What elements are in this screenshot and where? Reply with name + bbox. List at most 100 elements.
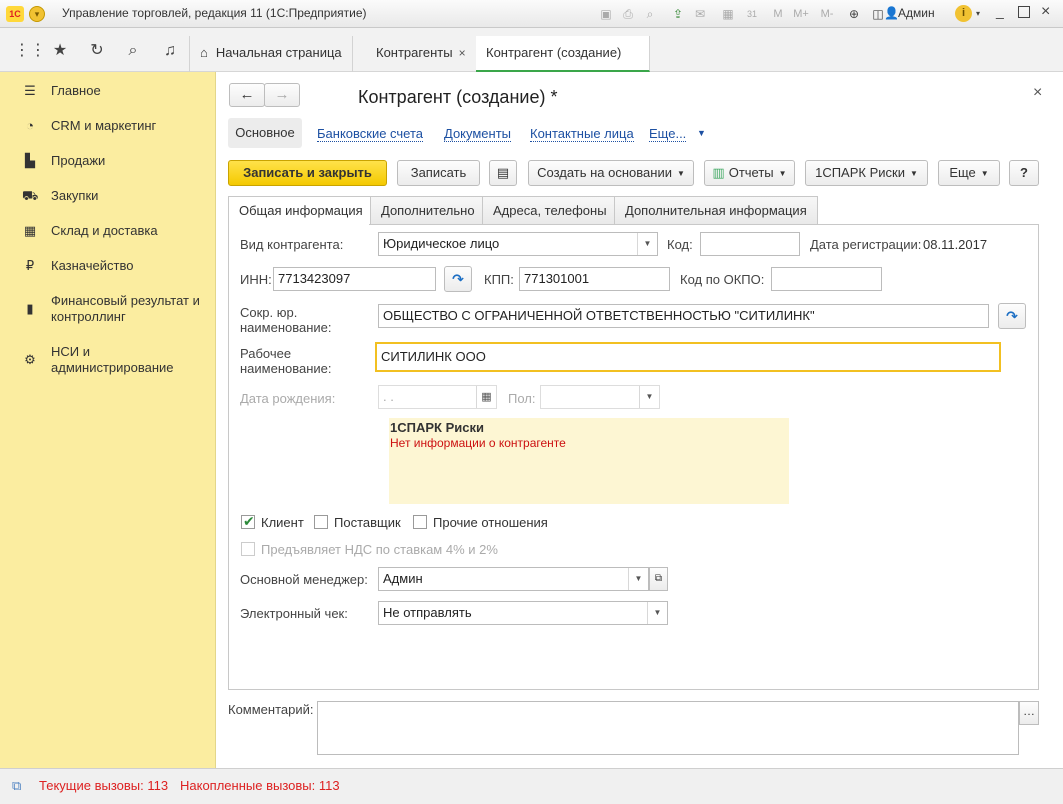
current-user[interactable]: Админ: [898, 6, 935, 20]
fill-by-inn-icon[interactable]: ↷: [444, 266, 472, 292]
maximize-icon[interactable]: [1018, 6, 1030, 18]
history-icon[interactable]: ↻: [87, 41, 107, 61]
upload-icon[interactable]: ⇪: [670, 6, 686, 22]
reports-button[interactable]: ▥ Отчеты ▼: [704, 160, 795, 186]
gear-icon: ⚙: [24, 352, 36, 367]
supplier-checkbox[interactable]: [314, 515, 328, 529]
code-field[interactable]: [700, 232, 800, 256]
menu-lines-icon: ☰: [24, 83, 36, 98]
tab-general-info[interactable]: Общая информация: [228, 196, 374, 225]
short-legal-name-field[interactable]: ОБЩЕСТВО С ОГРАНИЧЕННОЙ ОТВЕТСТВЕННОСТЬЮ…: [378, 304, 989, 328]
tab-additional[interactable]: Дополнительно: [370, 196, 486, 224]
back-button[interactable]: ←: [229, 83, 265, 107]
save-and-close-button[interactable]: Записать и закрыть: [228, 160, 387, 186]
close-window-icon[interactable]: ×: [1041, 4, 1050, 20]
tab-home[interactable]: ⌂ Начальная страница: [190, 36, 353, 72]
inn-field[interactable]: 7713423097: [273, 267, 436, 291]
spark-panel-message: Нет информации о контрагенте: [390, 436, 566, 450]
grid-icon: ▦: [23, 223, 37, 238]
supplier-label[interactable]: Поставщик: [334, 515, 401, 530]
client-checkbox[interactable]: [241, 513, 255, 530]
create-based-on-button[interactable]: Создать на основании ▼: [528, 160, 694, 186]
more-actions-button[interactable]: Еще ▼: [938, 160, 1000, 186]
section-more[interactable]: Еще...: [649, 126, 687, 142]
gender-label: Пол:: [508, 391, 536, 406]
close-tab-icon[interactable]: ×: [459, 46, 466, 60]
apps-grid-icon[interactable]: ⋮⋮: [14, 41, 46, 61]
short-legal-name-label: Сокр. юр. наименование:: [240, 305, 332, 335]
spark-risks-panel: 1СПАРК Риски Нет информации о контрагент…: [389, 418, 789, 504]
status-bar: ⧉ Текущие вызовы: 113 Накопленные вызовы…: [0, 768, 1063, 804]
forward-button[interactable]: →: [264, 83, 300, 107]
okpo-field[interactable]: [771, 267, 882, 291]
current-calls-status: Текущие вызовы: 113: [39, 778, 169, 793]
print-icon[interactable]: ⎙: [620, 6, 636, 22]
memory-plus-button[interactable]: M+: [790, 6, 812, 22]
client-label[interactable]: Клиент: [261, 515, 304, 530]
refresh-name-icon[interactable]: ↷: [998, 303, 1026, 329]
manager-select[interactable]: Админ ▼: [378, 567, 649, 591]
spark-risks-button[interactable]: 1СПАРК Риски ▼: [805, 160, 928, 186]
chevron-down-icon[interactable]: ▼: [647, 602, 667, 624]
sidebar-item-admin[interactable]: ⚙ НСИ и администрирование: [0, 344, 216, 378]
section-documents[interactable]: Документы: [444, 126, 512, 142]
chevron-down-icon[interactable]: ▼: [628, 568, 648, 590]
memory-minus-button[interactable]: M-: [816, 6, 838, 22]
counterparty-type-select[interactable]: Юридическое лицо ▼: [378, 232, 658, 256]
sidebar-item-finance[interactable]: ▮ Финансовый результат и контроллинг: [0, 293, 216, 327]
memory-m-button[interactable]: M: [770, 6, 786, 22]
search-icon[interactable]: ⌕: [123, 41, 143, 61]
kpp-field[interactable]: 771301001: [519, 267, 670, 291]
sidebar-item-warehouse[interactable]: ▦ Склад и доставка: [0, 223, 216, 241]
chevron-down-icon: ▼: [639, 386, 659, 408]
section-contacts[interactable]: Контактные лица: [530, 126, 634, 142]
open-manager-icon[interactable]: ⧉: [649, 567, 668, 591]
sidebar-item-main[interactable]: ☰ Главное: [0, 83, 216, 101]
chevron-down-icon[interactable]: ▼: [637, 233, 657, 255]
preview-icon[interactable]: ⌕: [642, 6, 658, 22]
calculator-icon[interactable]: ▦: [720, 6, 736, 22]
working-name-field[interactable]: СИТИЛИНК ООО: [375, 342, 1001, 372]
help-button[interactable]: ?: [1009, 160, 1039, 186]
accumulated-calls-status: Накопленные вызовы: 113: [180, 778, 340, 793]
info-icon[interactable]: i: [955, 5, 972, 22]
save-icon[interactable]: ▣: [598, 6, 614, 22]
comment-label: Комментарий:: [228, 702, 314, 717]
close-form-icon[interactable]: ×: [1033, 84, 1042, 102]
comment-expand-button[interactable]: …: [1019, 701, 1039, 725]
okpo-label: Код по ОКПО:: [680, 272, 765, 287]
calendar-icon[interactable]: 31: [744, 6, 760, 22]
favorites-star-icon[interactable]: ★: [50, 41, 70, 61]
other-relations-checkbox[interactable]: [413, 515, 427, 529]
sidebar-item-crm[interactable]: ◔ CRM и маркетинг: [0, 118, 216, 136]
echeck-select[interactable]: Не отправлять ▼: [378, 601, 668, 625]
performance-icon[interactable]: ⧉: [12, 778, 28, 794]
mail-icon[interactable]: ✉: [692, 6, 708, 22]
tab-counterparties[interactable]: Контрагенты ×: [366, 36, 477, 72]
sidebar-item-sales[interactable]: ▙ Продажи: [0, 153, 216, 171]
other-relations-label[interactable]: Прочие отношения: [433, 515, 548, 530]
main-menu-button[interactable]: ▾: [29, 6, 45, 22]
sidebar: ☰ Главное ◔ CRM и маркетинг ▙ Продажи ⛟ …: [0, 72, 216, 768]
tab-counterparty-create[interactable]: Контрагент (создание) *×: [476, 36, 650, 94]
echeck-label: Электронный чек:: [240, 606, 348, 621]
gender-select: ▼: [540, 385, 660, 409]
zoom-icon[interactable]: ⊕: [846, 6, 862, 22]
section-main[interactable]: Основное: [228, 118, 302, 148]
section-more-dropdown-icon[interactable]: ▼: [697, 128, 706, 138]
info-dropdown-icon[interactable]: ▾: [976, 9, 980, 18]
kpp-label: КПП:: [484, 272, 514, 287]
tab-additional-info[interactable]: Дополнительная информация: [614, 196, 818, 224]
notifications-bell-icon[interactable]: ♫: [160, 41, 180, 61]
reports-icon: ▥: [712, 165, 725, 180]
minimize-icon[interactable]: _: [996, 3, 1004, 19]
sidebar-item-purchases[interactable]: ⛟ Закупки: [0, 188, 216, 206]
code-label: Код:: [667, 237, 693, 252]
tab-addresses-phones[interactable]: Адреса, телефоны: [482, 196, 618, 224]
sidebar-item-treasury[interactable]: ₽ Казначейство: [0, 258, 216, 276]
save-button[interactable]: Записать: [397, 160, 480, 186]
birth-date-label: Дата рождения:: [240, 391, 336, 406]
structure-icon[interactable]: ▤: [489, 160, 517, 186]
section-bank-accounts[interactable]: Банковские счета: [317, 126, 424, 142]
comment-field[interactable]: [317, 701, 1019, 755]
